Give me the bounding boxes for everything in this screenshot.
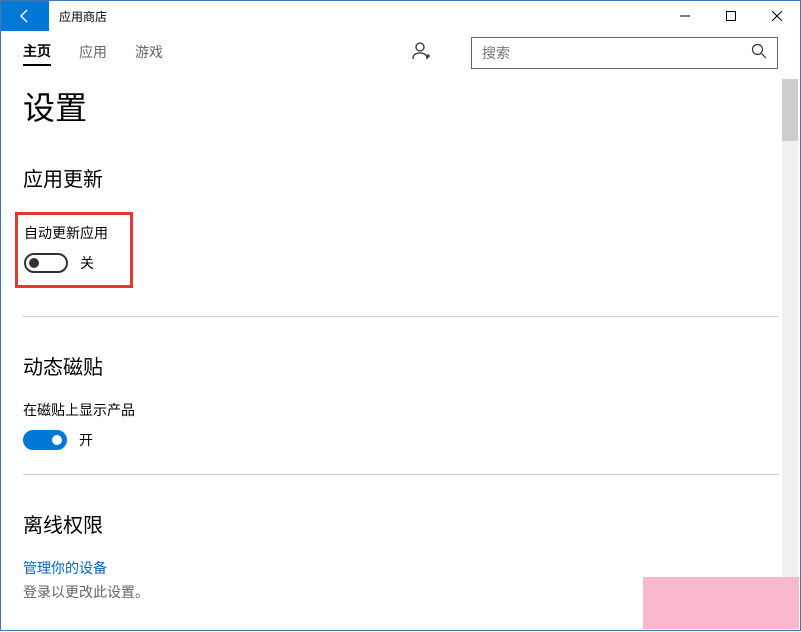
window-controls — [662, 1, 800, 31]
page-title: 设置 — [23, 83, 778, 129]
app-title: 应用商店 — [59, 8, 107, 25]
back-button[interactable] — [1, 1, 49, 31]
titlebar: 应用商店 — [1, 1, 800, 31]
user-plus-icon — [411, 41, 431, 61]
pink-overlay — [643, 577, 799, 629]
scrollbar[interactable] — [782, 79, 798, 628]
toggle-auto-update[interactable] — [24, 253, 68, 273]
nav-apps[interactable]: 应用 — [79, 42, 107, 65]
section-live-tile: 动态磁贴 在磁贴上显示产品 开 — [23, 351, 778, 450]
toggle-row-auto-update: 关 — [24, 253, 108, 273]
user-account-button[interactable] — [411, 41, 431, 66]
close-button[interactable] — [754, 1, 800, 31]
section-title-offline: 离线权限 — [23, 509, 778, 538]
search-input[interactable] — [482, 45, 751, 61]
minimize-icon — [680, 11, 690, 21]
content-area: 设置 应用更新 自动更新应用 关 动态磁贴 在磁贴上显示产品 开 离线权限 — [1, 75, 800, 632]
arrow-left-icon — [17, 8, 33, 24]
maximize-button[interactable] — [708, 1, 754, 31]
setting-label-tile-products: 在磁贴上显示产品 — [23, 400, 778, 420]
toggle-row-tile-products: 开 — [23, 430, 778, 450]
divider — [23, 316, 778, 317]
maximize-icon — [726, 11, 736, 21]
section-title-live-tile: 动态磁贴 — [23, 351, 778, 380]
search-box[interactable] — [471, 37, 778, 69]
navbar: 主页 应用 游戏 — [1, 31, 800, 75]
toggle-tile-products[interactable] — [23, 430, 67, 450]
section-app-updates: 应用更新 自动更新应用 关 — [23, 163, 778, 292]
close-icon — [772, 11, 782, 21]
minimize-button[interactable] — [662, 1, 708, 31]
nav-games[interactable]: 游戏 — [135, 42, 163, 65]
setting-label-auto-update: 自动更新应用 — [24, 223, 108, 243]
nav-home[interactable]: 主页 — [23, 41, 51, 66]
search-button[interactable] — [751, 43, 767, 64]
toggle-state-tile-products: 开 — [79, 430, 93, 450]
highlight-box: 自动更新应用 关 — [15, 212, 133, 288]
scrollbar-thumb[interactable] — [782, 79, 798, 141]
toggle-state-auto-update: 关 — [80, 253, 94, 273]
divider — [23, 474, 778, 475]
search-icon — [751, 43, 767, 59]
manage-devices-link[interactable]: 管理你的设备 — [23, 558, 778, 578]
section-title-app-updates: 应用更新 — [23, 163, 778, 192]
